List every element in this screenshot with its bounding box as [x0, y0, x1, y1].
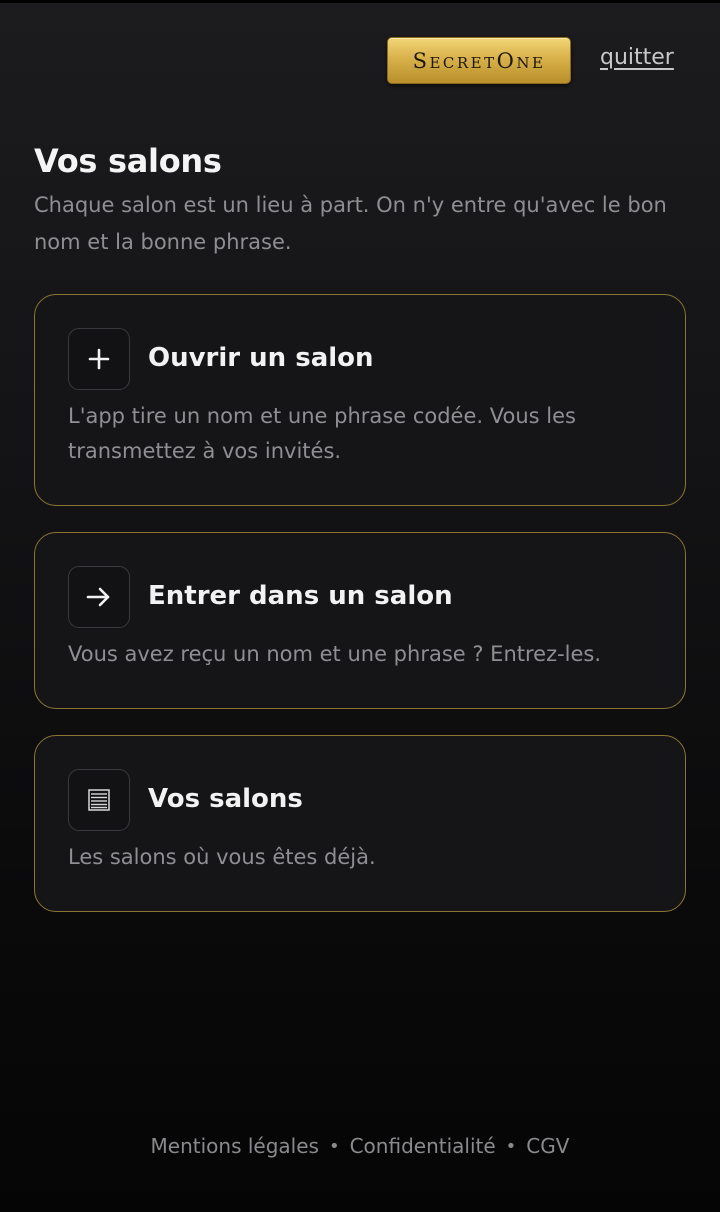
footer-separator: • [328, 1135, 340, 1157]
card-description: Vous avez reçu un nom et une phrase ? En… [68, 642, 602, 666]
my-salons-card[interactable]: Vos salons Les salons où vous êtes déjà. [34, 735, 686, 912]
footer-separator: • [505, 1135, 517, 1157]
footer: Mentions légales • Confidentialité • CGV [0, 1134, 720, 1158]
card-description: L'app tire un nom et une phrase codée. V… [68, 404, 576, 463]
quit-link[interactable]: quitter [600, 45, 674, 70]
privacy-link[interactable]: Confidentialité [350, 1134, 496, 1158]
card-title: Ouvrir un salon [148, 343, 374, 373]
card-title: Vos salons [148, 784, 303, 814]
list-icon [68, 769, 130, 831]
page-subtitle: Chaque salon est un lieu à part. On n'y … [34, 193, 667, 254]
enter-salon-card[interactable]: Entrer dans un salon Vous avez reçu un n… [34, 532, 686, 709]
brand-logo-button[interactable]: SecretOne [387, 37, 571, 84]
card-description: Les salons où vous êtes déjà. [68, 845, 376, 869]
terms-link[interactable]: CGV [526, 1134, 569, 1158]
plus-icon [68, 328, 130, 390]
top-edge [0, 0, 720, 3]
page-title: Vos salons [34, 142, 222, 180]
card-title: Entrer dans un salon [148, 581, 453, 611]
legal-notice-link[interactable]: Mentions légales [151, 1134, 319, 1158]
open-salon-card[interactable]: Ouvrir un salon L'app tire un nom et une… [34, 294, 686, 506]
arrow-right-icon [68, 566, 130, 628]
